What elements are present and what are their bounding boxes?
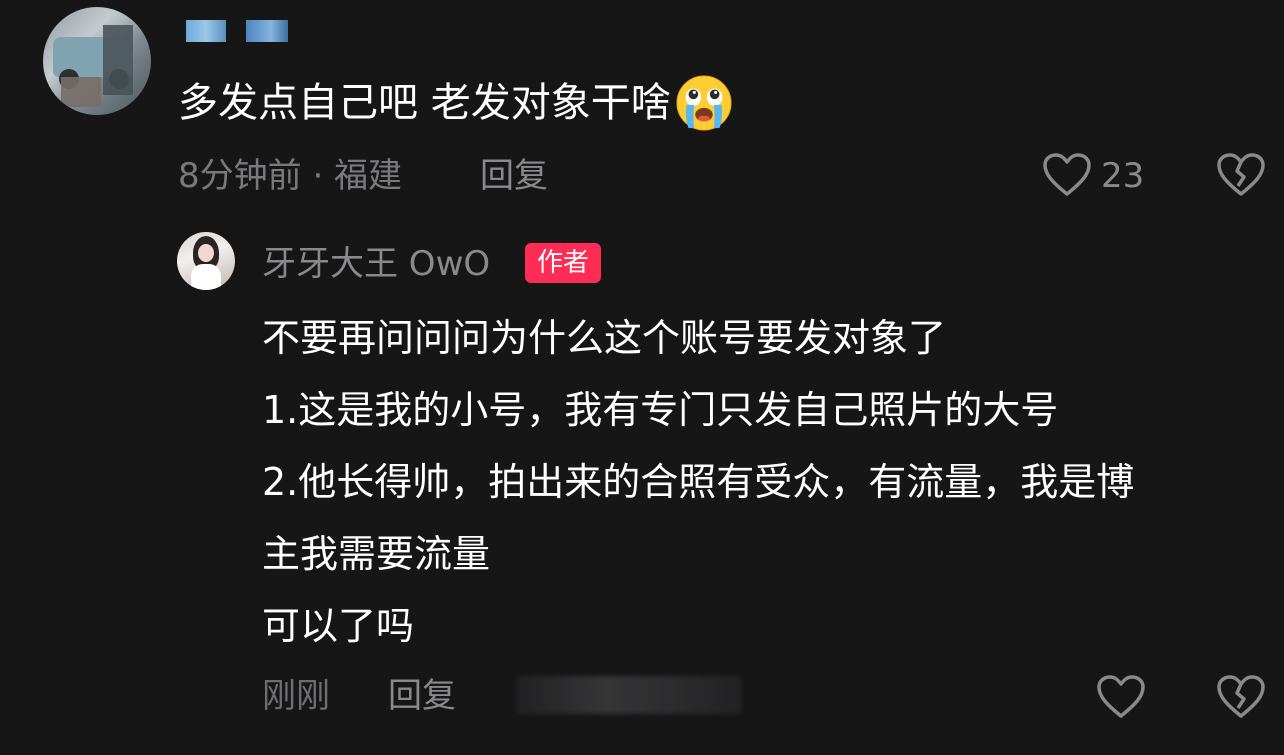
reply-line: 不要再问问问为什么这个账号要发对象了: [262, 316, 947, 360]
commenter-username-redacted: [186, 20, 226, 42]
avatar-mosaic: [103, 25, 133, 95]
avatar-mosaic: [61, 77, 101, 107]
avatar-dress-shape: [191, 264, 221, 290]
heart-icon[interactable]: [1042, 152, 1092, 198]
avatar-face-shape: [198, 244, 214, 262]
reply-line: 2.他长得帅，拍出来的合照有受众，有流量，我是博: [262, 460, 1135, 504]
author-badge: 作者: [525, 243, 602, 283]
comment-text: 多发点自己吧 老发对象干啥: [178, 80, 671, 126]
author-name[interactable]: 牙牙大王 OwO: [262, 242, 490, 286]
reply-time: 刚刚: [262, 676, 330, 716]
reply-line: 主我需要流量: [262, 532, 491, 576]
redacted-text: [516, 676, 742, 714]
reply-line: 可以了吗: [262, 604, 415, 648]
heart-icon[interactable]: [1096, 674, 1146, 720]
broken-heart-icon[interactable]: [1216, 674, 1266, 720]
like-count: 23: [1101, 156, 1145, 196]
comment-time-location: 8分钟前 · 福建: [178, 156, 403, 196]
commenter-avatar[interactable]: [43, 7, 151, 115]
reply-body: 不要再问问问为什么这个账号要发对象了 1.这是我的小号，我有专门只发自己照片的大…: [262, 302, 1272, 662]
broken-heart-icon[interactable]: [1216, 152, 1266, 198]
reply-line: 1.这是我的小号，我有专门只发自己照片的大号: [262, 388, 1059, 432]
commenter-username-redacted: [246, 20, 288, 42]
author-avatar[interactable]: [177, 232, 235, 290]
reply-button[interactable]: 回复: [388, 674, 456, 718]
comment-body: 多发点自己吧 老发对象干啥: [178, 74, 733, 132]
reply-button[interactable]: 回复: [480, 154, 548, 198]
loudly-crying-face-icon: [676, 75, 732, 131]
